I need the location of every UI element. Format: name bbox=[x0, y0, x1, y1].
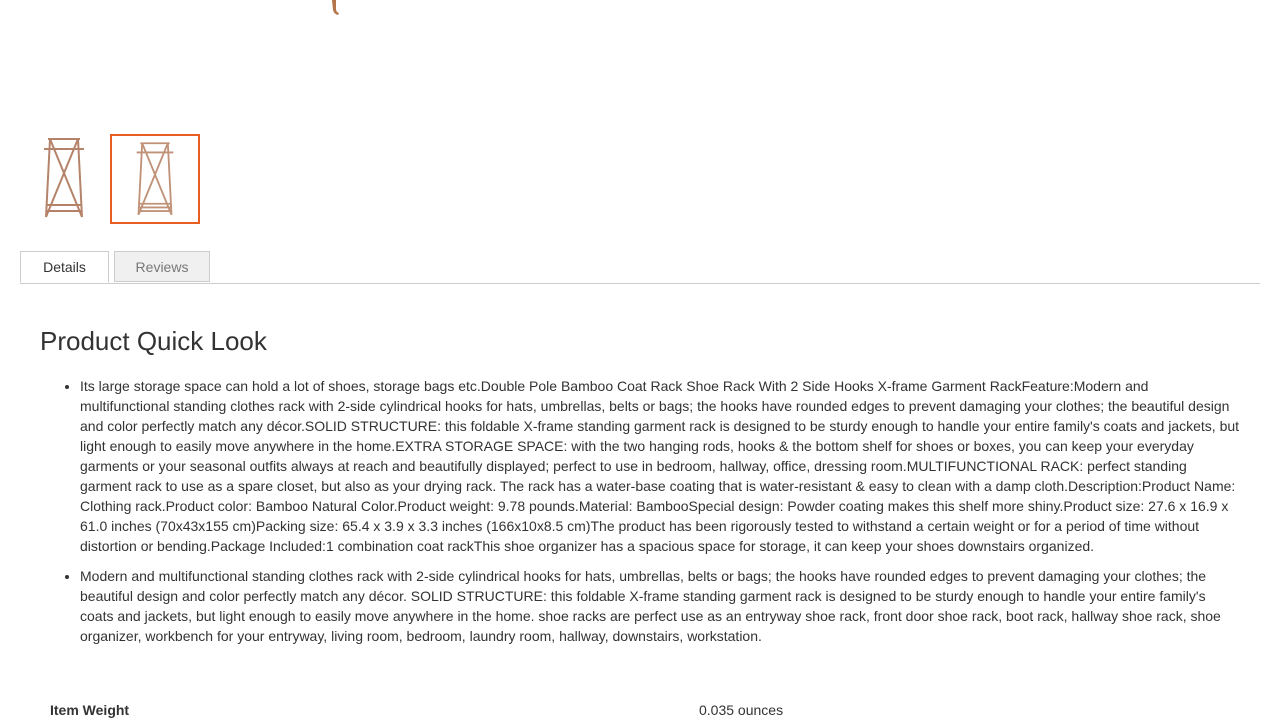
spec-value: 0.035 ounces bbox=[699, 702, 784, 718]
list-item: Modern and multifunctional standing clot… bbox=[80, 566, 1240, 646]
thumbnail-2-selected[interactable] bbox=[110, 134, 200, 224]
spec-label: Item Weight bbox=[50, 702, 130, 718]
product-info-tabs: Details Reviews bbox=[20, 251, 1260, 284]
main-product-image[interactable] bbox=[0, 0, 1280, 110]
thumbnail-1[interactable] bbox=[20, 134, 108, 222]
garment-rack-image bbox=[44, 138, 84, 218]
thumbnail-strip bbox=[20, 134, 200, 224]
details-panel: Product Quick Look Its large storage spa… bbox=[40, 322, 1240, 656]
list-item: Its large storage space can hold a lot o… bbox=[80, 376, 1240, 556]
garment-rack-image bbox=[136, 142, 174, 216]
section-title: Product Quick Look bbox=[40, 326, 267, 356]
tab-reviews[interactable]: Reviews bbox=[114, 251, 210, 282]
rack-leg-fragment bbox=[332, 0, 339, 15]
feature-list: Its large storage space can hold a lot o… bbox=[40, 376, 1240, 646]
tab-details[interactable]: Details bbox=[20, 251, 109, 283]
